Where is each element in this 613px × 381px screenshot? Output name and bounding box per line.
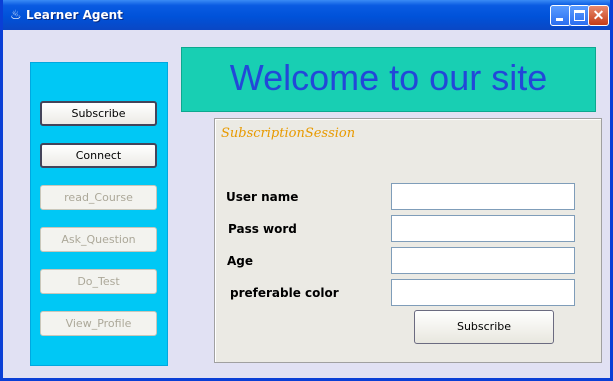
sidebar-read-course-button[interactable]: read_Course — [40, 185, 157, 210]
maximize-button[interactable] — [569, 5, 590, 26]
learner-agent-window: ♨ Learner Agent ✕ Subscribe Connect read… — [0, 0, 613, 381]
sidebar: Subscribe Connect read_Course Ask_Questi… — [30, 62, 168, 366]
subscription-panel: SubscriptionSession User name Pass word … — [214, 118, 602, 363]
password-input[interactable] — [391, 215, 575, 242]
minimize-button[interactable] — [550, 5, 571, 26]
password-label: Pass word — [228, 222, 297, 236]
username-label: User name — [226, 190, 299, 204]
close-button[interactable]: ✕ — [588, 5, 609, 26]
subscribe-submit-button[interactable]: Subscribe — [414, 310, 554, 344]
preferable-color-input[interactable] — [391, 279, 575, 306]
username-input[interactable] — [391, 183, 575, 210]
sidebar-view-profile-button[interactable]: View_Profile — [40, 311, 157, 336]
content-area: Subscribe Connect read_Course Ask_Questi… — [3, 30, 610, 378]
welcome-text: Welcome to our site — [229, 57, 548, 98]
sidebar-do-test-button[interactable]: Do_Test — [40, 269, 157, 294]
session-title: SubscriptionSession — [221, 126, 356, 141]
close-icon: ✕ — [592, 7, 605, 23]
title-bar[interactable]: ♨ Learner Agent ✕ — [3, 0, 610, 30]
sidebar-connect-button[interactable]: Connect — [40, 143, 157, 168]
maximize-icon — [574, 10, 585, 21]
sidebar-subscribe-button[interactable]: Subscribe — [40, 101, 157, 126]
sidebar-ask-question-button[interactable]: Ask_Question — [40, 227, 157, 252]
preferable-color-label: preferable color — [230, 286, 339, 300]
welcome-banner: Welcome to our site — [181, 47, 596, 112]
age-input[interactable] — [391, 247, 575, 274]
java-cup-icon: ♨ — [10, 7, 22, 22]
minimize-icon — [556, 18, 563, 21]
window-title: Learner Agent — [26, 8, 123, 22]
age-label: Age — [227, 254, 254, 268]
